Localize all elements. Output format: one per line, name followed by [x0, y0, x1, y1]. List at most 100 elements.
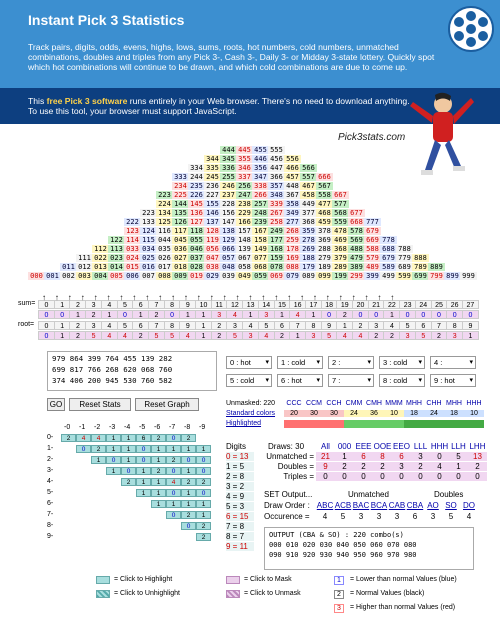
draws-value[interactable]: 3: [411, 452, 430, 461]
combo-cell[interactable]: 566: [300, 164, 317, 172]
combo-cell[interactable]: 478: [332, 227, 349, 235]
pair-cell[interactable]: 0: [196, 456, 211, 464]
rootV-cell[interactable]: 5: [226, 331, 244, 340]
rootN-cell[interactable]: 5: [399, 321, 417, 330]
draws-value[interactable]: 13: [468, 452, 487, 461]
draws-value[interactable]: 0: [449, 472, 468, 481]
combo-cell[interactable]: 135: [172, 209, 189, 217]
pair-cell[interactable]: [61, 445, 76, 453]
rootN-cell[interactable]: 5: [257, 321, 275, 330]
combo-cell[interactable]: 777: [364, 218, 381, 226]
sumV-cell[interactable]: 2: [85, 310, 103, 319]
draws-value[interactable]: 2: [354, 462, 373, 471]
pair-cell[interactable]: 0: [166, 434, 181, 442]
combo-cell[interactable]: 499: [380, 272, 397, 280]
rootV-cell[interactable]: 1: [289, 331, 307, 340]
pair-cell[interactable]: [76, 489, 91, 497]
rootV-cell[interactable]: 5: [85, 331, 103, 340]
combo-cell[interactable]: 126: [172, 218, 189, 226]
rootN-cell[interactable]: 1: [336, 321, 354, 330]
combo-cell[interactable]: 778: [380, 236, 397, 244]
combo-cell[interactable]: 266: [252, 191, 269, 199]
pair-cell[interactable]: 1: [106, 467, 121, 475]
pair-cell[interactable]: 1: [166, 445, 181, 453]
combo-cell[interactable]: 128: [204, 227, 221, 235]
combo-cell[interactable]: 178: [284, 245, 301, 253]
pair-cell[interactable]: [136, 500, 151, 508]
combo-cell[interactable]: 068: [252, 263, 269, 271]
combo-cell[interactable]: 288: [316, 245, 333, 253]
pair-cell[interactable]: [121, 533, 136, 541]
combo-cell[interactable]: 014: [108, 263, 125, 271]
combo-cell[interactable]: 035: [156, 245, 173, 253]
pair-cell[interactable]: [106, 522, 121, 530]
draws-value[interactable]: 0: [373, 472, 392, 481]
pair-cell[interactable]: 1: [121, 445, 136, 453]
combo-cell[interactable]: 378: [316, 227, 333, 235]
rootV-cell[interactable]: 0: [38, 331, 55, 340]
pair-cell[interactable]: 6: [136, 434, 151, 442]
digit-count[interactable]: 9 = 11: [226, 542, 254, 551]
pair-cell[interactable]: [121, 522, 136, 530]
combo-cell[interactable]: 257: [252, 200, 269, 208]
sumV-cell[interactable]: 0: [53, 310, 71, 319]
digit-select[interactable]: 9 : hot: [430, 374, 476, 387]
pair-cell[interactable]: 1: [196, 500, 211, 508]
combo-cell[interactable]: 117: [172, 227, 189, 235]
combo-cell[interactable]: 246: [220, 182, 237, 190]
combo-cell[interactable]: 056: [204, 245, 221, 253]
combo-cell[interactable]: 013: [92, 263, 109, 271]
rootN-cell[interactable]: 1: [195, 321, 212, 330]
go-button[interactable]: GO: [47, 398, 65, 411]
combo-cell[interactable]: 069: [268, 272, 285, 280]
combo-cell[interactable]: 146: [204, 209, 221, 217]
rootN-cell[interactable]: 7: [289, 321, 307, 330]
pair-cell[interactable]: 0: [136, 445, 151, 453]
pair-cell[interactable]: [91, 478, 106, 486]
pair-cell[interactable]: 2: [166, 456, 181, 464]
pair-cell[interactable]: 0: [166, 489, 181, 497]
sumV-cell[interactable]: 0: [38, 310, 55, 319]
combo-cell[interactable]: 179: [300, 263, 317, 271]
combo-cell[interactable]: 256: [236, 182, 253, 190]
pair-cell[interactable]: 4: [91, 434, 106, 442]
combo-cell[interactable]: 125: [156, 218, 173, 226]
pair-cell[interactable]: 1: [106, 445, 121, 453]
combo-cell[interactable]: 344: [204, 155, 221, 163]
combo-cell[interactable]: 026: [156, 254, 173, 262]
combo-cell[interactable]: 134: [156, 209, 173, 217]
sumV-cell[interactable]: 1: [179, 310, 197, 319]
combo-cell[interactable]: 569: [348, 236, 365, 244]
pair-cell[interactable]: 2: [181, 434, 196, 442]
combo-cell[interactable]: 225: [172, 191, 189, 199]
combo-cell[interactable]: 377: [300, 209, 317, 217]
draws-value[interactable]: 21: [316, 452, 335, 461]
combo-cell[interactable]: 889: [428, 263, 445, 271]
rootV-cell[interactable]: 3: [399, 331, 417, 340]
combo-cell[interactable]: 277: [284, 218, 301, 226]
pair-cell[interactable]: [91, 489, 106, 497]
combo-cell[interactable]: 346: [236, 164, 253, 172]
draw-order-option[interactable]: ABC: [316, 501, 334, 510]
rootV-cell[interactable]: 4: [100, 331, 118, 340]
rootV-cell[interactable]: 4: [257, 331, 275, 340]
sumV-cell[interactable]: 3: [210, 310, 228, 319]
combo-cell[interactable]: 055: [188, 236, 205, 244]
combo-cell[interactable]: 558: [316, 191, 333, 199]
combo-cell[interactable]: 677: [348, 209, 365, 217]
combo-cell[interactable]: 024: [124, 254, 141, 262]
pair-cell[interactable]: [76, 467, 91, 475]
digit-select[interactable]: 5 : cold: [226, 374, 272, 387]
pair-cell[interactable]: 2: [181, 511, 196, 519]
rootV-cell[interactable]: 5: [147, 331, 165, 340]
combo-cell[interactable]: 008: [156, 272, 173, 280]
combo-cell[interactable]: 124: [140, 227, 157, 235]
combo-cell[interactable]: 336: [220, 164, 237, 172]
combo-cell[interactable]: 555: [268, 146, 285, 154]
combo-cell[interactable]: 489: [364, 263, 381, 271]
rootN-cell[interactable]: 2: [210, 321, 228, 330]
combo-cell[interactable]: 789: [412, 263, 429, 271]
combo-cell[interactable]: 456: [268, 155, 285, 163]
combo-cell[interactable]: 559: [332, 218, 349, 226]
pair-cell[interactable]: [61, 467, 76, 475]
